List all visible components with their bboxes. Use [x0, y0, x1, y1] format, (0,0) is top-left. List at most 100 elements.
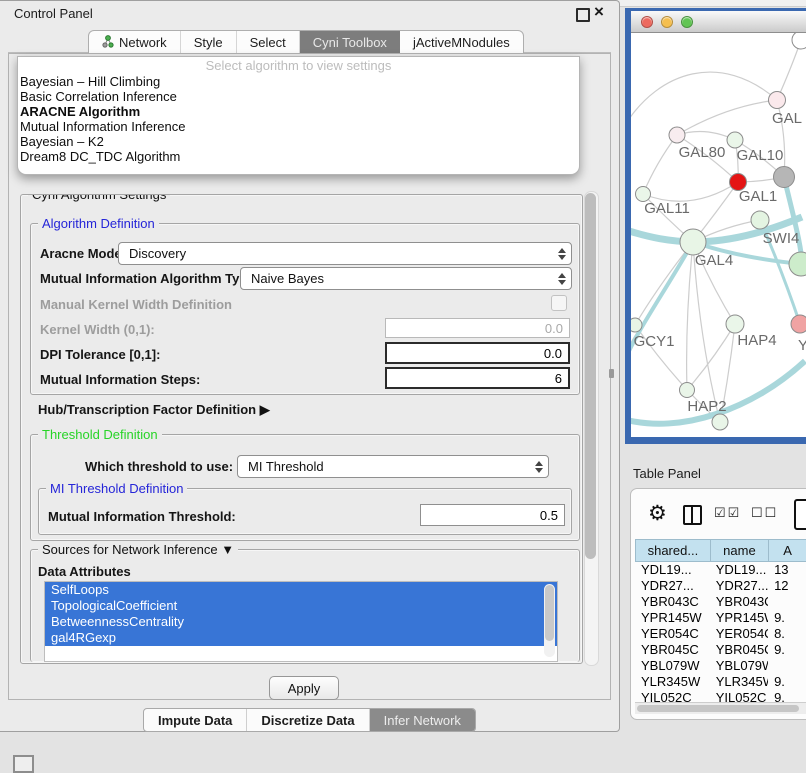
threshold-definition-title: Threshold Definition — [38, 427, 162, 442]
close-icon[interactable]: × — [594, 2, 604, 22]
columns-icon[interactable] — [683, 505, 702, 525]
network-window-titlebar[interactable] — [631, 11, 806, 33]
aracne-mode-label: Aracne Mode: — [40, 246, 126, 261]
table-hscroll-thumb[interactable] — [637, 705, 799, 712]
bottom-tab-discretize-data[interactable]: Discretize Data — [247, 709, 369, 731]
kernel-width-label: Kernel Width (0,1): — [40, 322, 155, 337]
minimize-traffic-light-icon[interactable] — [661, 16, 673, 28]
data-attributes-list: SelfLoopsTopologicalCoefficientBetweenne… — [44, 581, 558, 662]
network-node-y[interactable] — [791, 315, 806, 333]
tab-style[interactable]: Style — [181, 31, 237, 54]
attr-list-scroll-thumb[interactable] — [545, 585, 554, 641]
data-attribute-item[interactable]: BetweennessCentrality — [45, 614, 557, 630]
bottom-left-partial-icon[interactable] — [13, 755, 34, 773]
panel-divider-handle[interactable] — [609, 369, 614, 378]
dpi-tolerance-input[interactable] — [385, 342, 570, 364]
which-threshold-select[interactable]: MI Threshold — [237, 455, 549, 478]
table-cell: 9. — [768, 690, 806, 702]
network-node-gal[interactable] — [769, 92, 786, 109]
table-column-header[interactable]: A — [768, 539, 806, 562]
zoom-traffic-light-icon[interactable] — [681, 16, 693, 28]
mi-threshold-label: Mutual Information Threshold: — [48, 509, 236, 524]
algorithm-option[interactable]: Bayesian – K2 — [18, 134, 579, 149]
hub-definition-toggle[interactable]: Hub/Transcription Factor Definition ▶ — [38, 402, 270, 418]
network-node-label: GCY1 — [634, 333, 675, 350]
mi-threshold-input[interactable] — [420, 504, 565, 526]
bottom-tab-impute-data[interactable]: Impute Data — [144, 709, 247, 731]
table-row[interactable]: YBR045CYBR045C9. — [635, 642, 806, 658]
table-cell: 9. — [768, 642, 806, 658]
spinner-arrows-icon — [530, 461, 548, 473]
table-column-header[interactable]: name — [710, 539, 768, 562]
table-row[interactable]: YPR145WYPR145W9. — [635, 610, 806, 626]
table-row[interactable]: YBL079WYBL079W — [635, 658, 806, 674]
attr-list-scrollbar — [544, 584, 555, 657]
bottom-tab-infer-network[interactable]: Infer Network — [370, 709, 475, 731]
aracne-mode-select[interactable]: Discovery — [118, 242, 572, 265]
algorithm-option[interactable]: ARACNE Algorithm — [18, 104, 579, 119]
network-node-label: GAL11 — [644, 200, 690, 217]
mi-steps-label: Mutual Information Steps: — [40, 372, 200, 387]
tab-cyni-toolbox[interactable]: Cyni Toolbox — [300, 31, 400, 54]
tab-select[interactable]: Select — [237, 31, 300, 54]
network-node-swi4[interactable] — [751, 211, 769, 229]
spinner-arrows-icon — [553, 248, 571, 260]
network-node[interactable] — [712, 414, 728, 430]
dpi-tolerance-label: DPI Tolerance [0,1]: — [40, 347, 160, 362]
network-node[interactable] — [792, 33, 806, 49]
sources-group-toggle[interactable]: Sources for Network Inference ▼ — [38, 542, 238, 557]
tab-label: jActiveMNodules — [413, 35, 510, 50]
table-row[interactable]: YDL19...YDL19...13 — [635, 562, 806, 578]
network-node-hap4[interactable] — [726, 315, 744, 333]
table-column-header[interactable]: shared... — [635, 539, 710, 562]
tab-network[interactable]: Network — [89, 31, 181, 54]
deselect-all-checkboxes-icon[interactable]: ☐☐ — [751, 505, 778, 521]
table-row[interactable]: YBR043CYBR043C — [635, 594, 806, 610]
algorithm-option[interactable]: Bayesian – Hill Climbing — [18, 74, 579, 89]
data-attribute-item[interactable]: gal4RGexp — [45, 630, 557, 646]
table-row[interactable]: YLR345WYLR345W9. — [635, 674, 806, 690]
mi-steps-input[interactable] — [385, 367, 570, 389]
mi-algorithm-type-select[interactable]: Naive Bayes — [240, 267, 572, 290]
algorithm-option[interactable]: Mutual Information Inference — [18, 119, 579, 134]
settings-scroll-thumb[interactable] — [585, 193, 596, 559]
table-cell: 9. — [768, 610, 806, 626]
table-row[interactable]: YIL052CYIL052C9. — [635, 690, 806, 702]
table-row[interactable]: YER054CYER054C8. — [635, 626, 806, 642]
table-cell: YER054C — [710, 626, 768, 642]
network-node-hap2[interactable] — [680, 383, 695, 398]
network-node-gal80[interactable] — [669, 127, 685, 143]
bottom-tab-bar: Impute DataDiscretize DataInfer Network — [143, 708, 476, 732]
close-traffic-light-icon[interactable] — [641, 16, 653, 28]
data-attribute-item[interactable]: TopologicalCoefficient — [45, 598, 557, 614]
table-cell: YIL052C — [710, 690, 768, 702]
apply-button[interactable]: Apply — [269, 676, 339, 700]
table-cell: YER054C — [635, 626, 710, 642]
control-panel-window: Control Panel × NetworkStyleSelectCyni T… — [0, 0, 620, 732]
spinner-arrows-icon — [553, 273, 571, 285]
table-cell: YDL19... — [635, 562, 710, 578]
table-cell: YPR145W — [635, 610, 710, 626]
gear-icon[interactable]: ⚙ — [648, 501, 667, 526]
table-cell — [768, 594, 806, 610]
tab-label: Style — [194, 35, 223, 50]
network-node[interactable] — [789, 252, 806, 276]
tab-jactivemnodules[interactable]: jActiveMNodules — [400, 31, 523, 54]
network-node-gal10[interactable] — [727, 132, 743, 148]
network-node[interactable] — [774, 167, 795, 188]
table-cell: YDR27... — [635, 578, 710, 594]
float-window-icon[interactable] — [576, 8, 590, 22]
network-node[interactable] — [631, 318, 642, 332]
select-all-checkboxes-icon[interactable]: ☑☑ — [714, 505, 741, 521]
cyni-algorithm-settings-title: Cyni Algorithm Settings — [28, 194, 170, 202]
table-row[interactable]: YDR27...YDR27...12 — [635, 578, 806, 594]
data-attribute-item[interactable]: SelfLoops — [45, 582, 557, 598]
algorithm-option[interactable]: Dream8 DC_TDC Algorithm — [18, 149, 579, 164]
network-node-label: Y — [798, 337, 806, 354]
which-threshold-label: Which threshold to use: — [85, 459, 233, 474]
network-node-label: GAL1 — [739, 188, 777, 205]
algorithm-option[interactable]: Basic Correlation Inference — [18, 89, 579, 104]
network-canvas[interactable]: GALGAL80GAL10GAL1GAL11SWI4GAL4GCY1HAP4YH… — [631, 33, 806, 438]
new-table-page-icon[interactable] — [794, 499, 806, 530]
collapse-arrow-icon: ▼ — [221, 542, 234, 557]
